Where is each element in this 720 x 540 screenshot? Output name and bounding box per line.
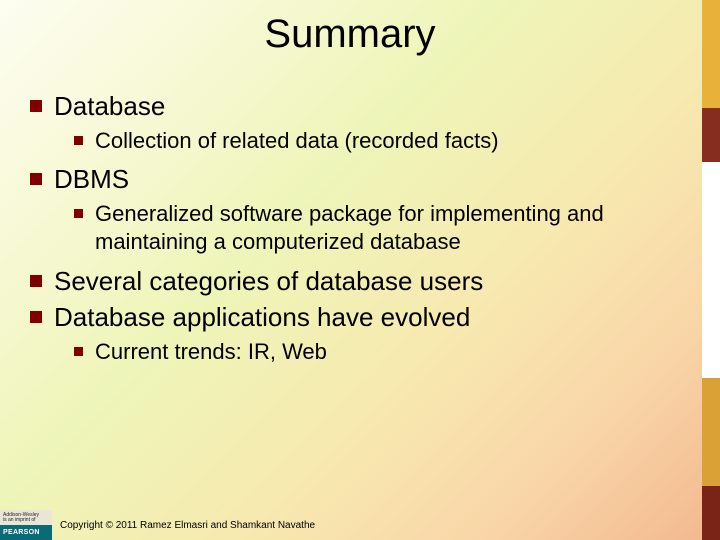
bullet-level1: Several categories of database users: [30, 265, 670, 298]
bullet-level1: Database applications have evolved: [30, 301, 670, 334]
publisher-line2: is an imprint of: [3, 518, 52, 523]
publisher-imprint: Addison-Wesley is an imprint of: [0, 510, 52, 525]
bullet-text: Generalized software package for impleme…: [95, 200, 670, 257]
bullet-level1: DBMS: [30, 163, 670, 196]
square-bullet-icon: [30, 173, 42, 185]
bullet-text: Collection of related data (recorded fac…: [95, 127, 499, 156]
bullet-text: Several categories of database users: [54, 265, 483, 298]
slide: Summary Database Collection of related d…: [0, 0, 720, 540]
slide-title: Summary: [0, 12, 700, 57]
bullet-level2: Current trends: IR, Web: [74, 338, 670, 367]
content-area: Database Collection of related data (rec…: [30, 90, 670, 374]
decorative-right-band: [702, 0, 720, 540]
footer: Addison-Wesley is an imprint of PEARSON …: [0, 510, 720, 540]
bullet-level2: Collection of related data (recorded fac…: [74, 127, 670, 156]
square-bullet-icon: [74, 209, 83, 218]
square-bullet-icon: [30, 311, 42, 323]
bullet-level1: Database: [30, 90, 670, 123]
bullet-level2: Generalized software package for impleme…: [74, 200, 670, 257]
bullet-text: DBMS: [54, 163, 129, 196]
copyright-text: Copyright © 2011 Ramez Elmasri and Shamk…: [60, 520, 315, 531]
square-bullet-icon: [74, 347, 83, 356]
bullet-text: Database: [54, 90, 165, 123]
square-bullet-icon: [74, 136, 83, 145]
publisher-badge: Addison-Wesley is an imprint of PEARSON: [0, 510, 52, 540]
square-bullet-icon: [30, 275, 42, 287]
publisher-brand: PEARSON: [0, 525, 52, 540]
bullet-text: Database applications have evolved: [54, 301, 470, 334]
bullet-text: Current trends: IR, Web: [95, 338, 327, 367]
square-bullet-icon: [30, 100, 42, 112]
